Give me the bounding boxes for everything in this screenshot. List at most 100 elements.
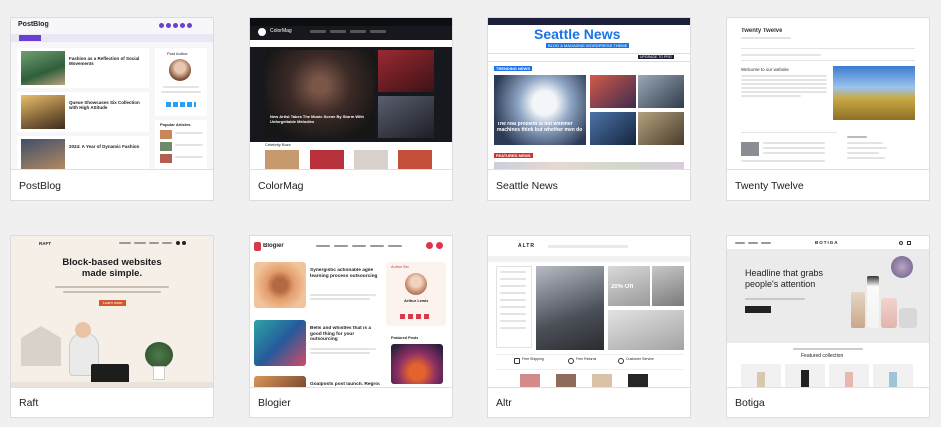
theme-name: Altr [496,397,512,409]
theme-card-colormag[interactable]: ColorMag New Artist Takes The Music Scen… [249,17,453,201]
theme-card-botiga[interactable]: BOTIGA Headline that grabs people's atte… [726,235,930,418]
theme-name: ColorMag [258,180,304,192]
hero-title: New Artist Takes The Music Scene By Stor… [270,114,364,124]
text-line [763,147,825,149]
illustration-laptop [91,364,129,384]
social-icon [182,241,186,245]
text-line [163,86,199,88]
illustration-plant [145,342,173,368]
nav-item [310,30,326,33]
author-widget-title: Post Author [167,51,188,56]
product-thumb [889,372,897,387]
theme-card-raft[interactable]: RAFT Block-based websites made simple. L… [10,235,214,418]
top-bar [250,18,452,26]
post-image-camera [254,262,306,308]
avatar [169,59,191,81]
text-line [310,348,376,350]
collection-title: Featured collection [801,353,844,359]
category-item [500,292,526,294]
hero-headline: Block-based websites made simple. [62,258,162,279]
logo-mark [258,28,266,36]
nav-item [316,245,330,247]
theme-preview-raft: RAFT Block-based websites made simple. L… [11,236,213,388]
theme-card-blogier[interactable]: Blogier Synergistic actionable agile lea… [249,235,453,418]
preview-title: Seattle News [534,26,621,42]
product-image [520,374,540,387]
pro-button: UPGRADE TO PRO [638,55,674,59]
popular-thumb [160,154,172,163]
post-image [590,112,636,145]
thumb [265,150,299,169]
author-widget-title: Author Bio [391,265,409,269]
theme-card-twenty-twelve[interactable]: Twenty Twelve Welcome to our website Twe… [726,17,930,201]
hero-image [494,75,586,145]
text-line [741,160,825,162]
text-line [763,152,825,154]
nav-item [334,245,348,247]
theme-preview-twenty-twelve: Twenty Twelve Welcome to our website [727,18,929,170]
preview-title: Twenty Twelve [741,28,783,34]
text-line [175,132,203,134]
search-icon [426,242,433,249]
social-dot-icon [187,23,192,28]
hero-fitness-image [536,266,604,350]
wheat-field-image [833,66,915,120]
post-title: Goalposts post launch. Regroup [310,382,380,387]
divider [741,60,915,61]
menu-icon [436,242,443,249]
theme-name: PostBlog [19,180,62,192]
category-item [500,285,526,287]
theme-name: Blogier [258,397,291,409]
tagline-line [793,348,863,350]
nav-item [162,242,172,244]
widget-line [847,152,879,154]
theme-card-seattle-news[interactable]: Seattle News BLOG & MAGAZINE WORDPRESS T… [487,17,691,201]
theme-grid: PostBlog Fashion as a Reflection of Soci… [0,0,941,427]
nav-item [330,30,346,33]
theme-card-altr[interactable]: ALTR 20% Off Free Shipping Free Returns [487,235,691,418]
text-line [763,142,825,144]
theme-name: Raft [19,397,39,409]
product-image [592,374,612,387]
thumb [354,150,388,169]
featured-title: Featured Posts [391,336,419,340]
hero-text-line [55,286,169,288]
nav-item [735,242,745,244]
illustration-pot [153,366,165,380]
category-item [500,271,526,273]
theme-preview-colormag: ColorMag New Artist Takes The Music Scen… [250,18,452,170]
article-title: Fashion as a Reflection of Social Moveme… [69,56,140,66]
theme-preview-blogier: Blogier Synergistic actionable agile lea… [250,236,452,388]
learn-more-button: Learn more [99,300,127,306]
social-icons [400,314,432,319]
text-line [310,298,370,300]
nav-bar [488,256,690,262]
welcome-heading: Welcome to our website [741,67,789,72]
nav-item [134,242,146,244]
nav-item [149,242,159,244]
divider [741,48,915,49]
nav-item [370,245,384,247]
preview-logo: ALTR [518,243,535,249]
search-icon [899,241,903,245]
widget-line [847,147,887,149]
return-icon [568,358,574,364]
post-image-abstract [254,320,306,366]
nav-item [748,242,758,244]
hero-title: The real problem is not whether machines… [497,122,583,133]
post-image [638,112,684,145]
text-line [741,91,827,93]
tagline [741,37,791,39]
article-thumbnail [21,51,65,85]
product-thumb [845,372,853,387]
theme-card-postblog[interactable]: PostBlog Fashion as a Reflection of Soci… [10,17,214,201]
category-item [500,320,526,322]
nav-item [761,242,771,244]
social-icon [176,241,180,245]
post-thumb [741,142,759,156]
preview-subtitle: BLOG & MAGAZINE WORDPRESS THEME [546,43,630,48]
post-image [378,96,434,138]
social-dot-icon [180,23,185,28]
ticker-bar [11,34,213,42]
nav-item [350,30,366,33]
